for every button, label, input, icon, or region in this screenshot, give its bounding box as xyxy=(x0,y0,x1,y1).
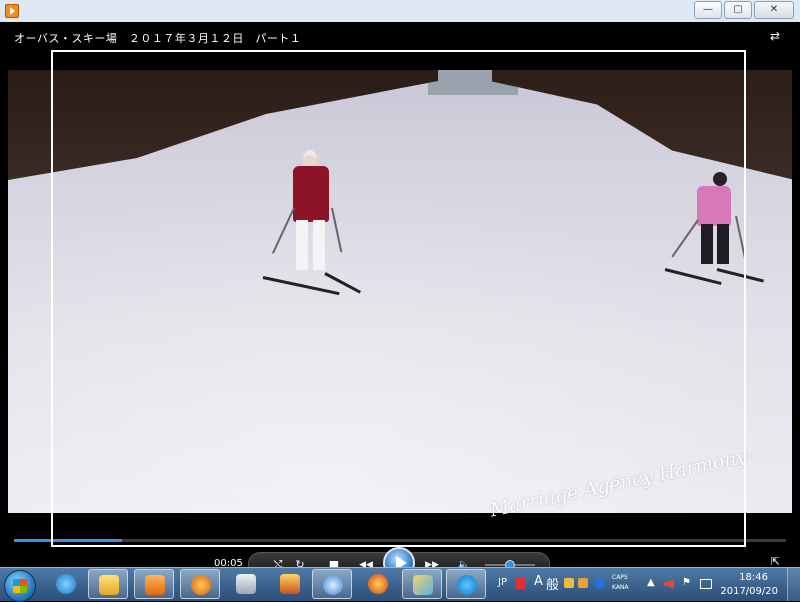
network-icon[interactable] xyxy=(700,579,712,589)
itunes-icon[interactable] xyxy=(312,569,352,599)
notifications-flag-icon[interactable]: ⚑ xyxy=(682,577,691,588)
volume-slider[interactable] xyxy=(485,560,535,570)
winamp-icon[interactable] xyxy=(270,569,310,599)
caps-indicator: CAPS xyxy=(612,574,628,581)
media-title: オーバス・スキー場 ２０１７年３月１２日 パート１ xyxy=(14,32,302,45)
internet-explorer-icon[interactable] xyxy=(46,569,86,599)
file-explorer-icon[interactable] xyxy=(88,569,128,599)
volume-tray-icon[interactable] xyxy=(664,579,674,589)
media-player-app-icon[interactable] xyxy=(5,4,19,18)
camera-icon[interactable] xyxy=(226,569,266,599)
taskbar: JP A 般 CAPS KANA ▲ ⚑ 18:46 2017/09/20 xyxy=(0,567,800,602)
video-frame[interactable] xyxy=(8,70,792,513)
ime-dictionary-icon[interactable] xyxy=(578,578,588,588)
window-titlebar: — ▢ ✕ xyxy=(0,0,800,23)
kana-indicator: KANA xyxy=(612,584,629,591)
minimize-button[interactable]: — xyxy=(694,1,722,19)
skier-adult xyxy=(262,150,373,300)
video-forest-right xyxy=(492,70,792,180)
seek-bar[interactable] xyxy=(14,539,786,542)
skype-icon[interactable] xyxy=(446,569,486,599)
firefox-icon[interactable] xyxy=(180,569,220,599)
help-icon[interactable] xyxy=(594,578,605,589)
switch-to-library-icon[interactable]: ⇄ xyxy=(770,29,786,43)
headphones-icon[interactable] xyxy=(358,569,398,599)
ime-icon[interactable] xyxy=(516,577,526,589)
maximize-button[interactable]: ▢ xyxy=(724,1,752,19)
ime-kanji-mode[interactable]: 般 xyxy=(546,574,559,593)
windows-start-icon[interactable] xyxy=(4,570,36,602)
media-player-icon[interactable] xyxy=(134,569,174,599)
show-hidden-icons-icon[interactable]: ▲ xyxy=(647,577,655,588)
video-forest-left xyxy=(8,70,438,180)
show-desktop-button[interactable] xyxy=(787,568,800,601)
window-controls: — ▢ ✕ xyxy=(694,1,794,19)
language-indicator[interactable]: JP xyxy=(498,577,507,588)
seek-bar-progress xyxy=(14,539,123,542)
skier-child xyxy=(663,170,773,290)
ime-mode[interactable]: A xyxy=(534,574,543,589)
ime-tools-icon[interactable] xyxy=(564,578,574,588)
clock-date[interactable]: 2017/09/20 xyxy=(720,586,778,597)
clock-time[interactable]: 18:46 xyxy=(739,572,768,583)
close-button[interactable]: ✕ xyxy=(754,1,794,19)
paint-icon[interactable] xyxy=(402,569,442,599)
media-player: オーバス・スキー場 ２０１７年３月１２日 パート１ ⇄ Marriage Age… xyxy=(0,22,800,579)
